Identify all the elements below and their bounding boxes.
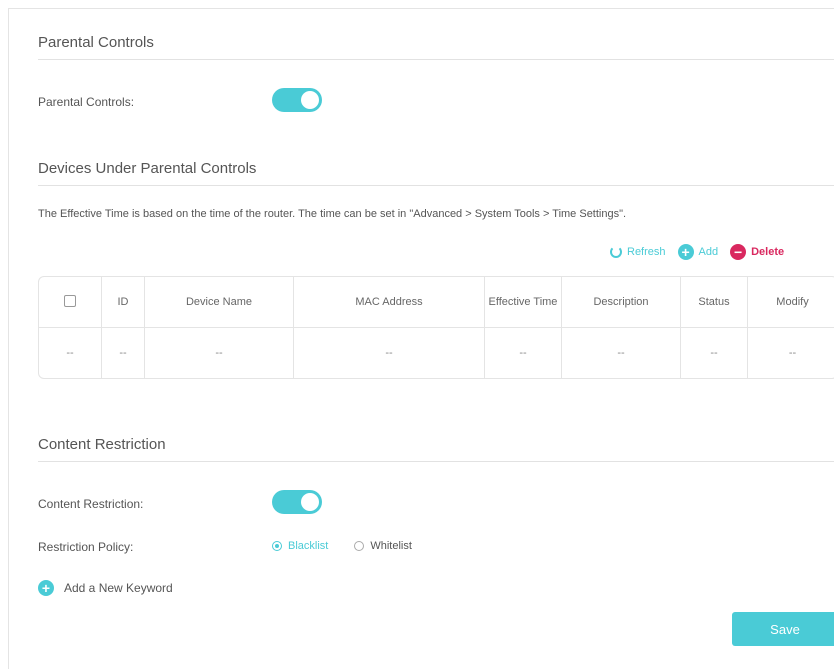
column-header: Description	[562, 277, 681, 328]
content-restriction-label: Content Restriction:	[38, 497, 144, 511]
column-header: Modify	[748, 277, 834, 328]
table-cell: --	[145, 328, 294, 378]
delete-button[interactable]: − Delete	[730, 244, 784, 260]
devices-table: ID Device Name MAC Address Effective Tim…	[38, 276, 834, 379]
table-cell: --	[294, 328, 485, 378]
column-header: Status	[681, 277, 748, 328]
column-header: ID	[102, 277, 145, 328]
column-header: Effective Time	[485, 277, 562, 328]
whitelist-radio[interactable]	[354, 541, 365, 551]
restriction-policy-group: Blacklist Whitelist	[272, 540, 416, 552]
add-button[interactable]: + Add	[677, 244, 719, 260]
column-header: MAC Address	[294, 277, 485, 328]
toggle-knob	[301, 91, 319, 109]
restriction-policy-label: Restriction Policy:	[38, 540, 134, 554]
column-header: Device Name	[145, 277, 294, 328]
blacklist-label[interactable]: Blacklist	[288, 540, 328, 552]
devices-section-title: Devices Under Parental Controls	[38, 160, 257, 177]
delete-label: Delete	[751, 246, 785, 258]
table-cell: --	[562, 328, 681, 378]
blacklist-radio[interactable]	[272, 541, 282, 551]
table-cell: --	[681, 328, 748, 378]
select-all-checkbox[interactable]	[64, 294, 76, 307]
refresh-button[interactable]: Refresh	[610, 246, 666, 258]
effective-time-note: The Effective Time is based on the time …	[38, 208, 627, 220]
add-label: Add	[698, 246, 719, 258]
table-cell: --	[788, 347, 797, 359]
table-cell: --	[39, 328, 102, 378]
divider	[38, 185, 834, 186]
refresh-icon	[610, 246, 622, 258]
select-all-header[interactable]	[39, 277, 102, 328]
table-toolbar: Refresh + Add − Delete	[610, 244, 784, 260]
whitelist-label[interactable]: Whitelist	[370, 540, 412, 552]
parental-controls-title: Parental Controls	[38, 34, 154, 51]
table-cell: --	[485, 328, 562, 378]
minus-icon: −	[730, 244, 747, 260]
content-restriction-toggle[interactable]	[272, 490, 322, 514]
divider	[38, 59, 834, 60]
plus-icon: +	[677, 244, 694, 260]
content-restriction-title: Content Restriction	[38, 436, 166, 453]
table-header-row: ID Device Name MAC Address Effective Tim…	[39, 277, 834, 328]
divider	[38, 461, 834, 462]
plus-icon: +	[38, 580, 54, 596]
save-button[interactable]: Save	[732, 612, 834, 646]
table-cell: --	[102, 328, 145, 378]
add-keyword-button[interactable]: + Add a New Keyword	[38, 580, 173, 596]
parental-controls-toggle[interactable]	[272, 88, 322, 112]
table-row: -- -- -- -- -- -- -- --	[39, 328, 834, 378]
parental-controls-label: Parental Controls:	[38, 95, 135, 109]
toggle-knob	[301, 493, 319, 511]
refresh-label: Refresh	[627, 246, 666, 258]
add-keyword-label: Add a New Keyword	[64, 581, 173, 595]
